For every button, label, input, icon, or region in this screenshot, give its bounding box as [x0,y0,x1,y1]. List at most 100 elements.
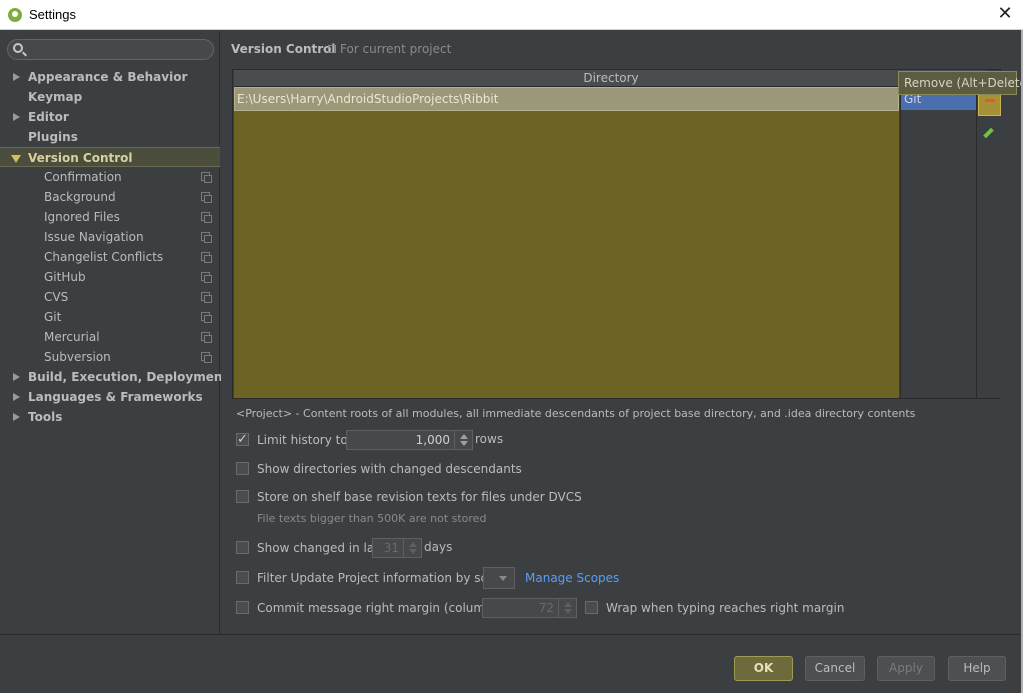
vcs-column: Git [900,87,976,398]
column-header-directory[interactable]: Directory [234,70,988,87]
commit-margin-label: Commit message right margin (columns): [257,601,508,615]
directory-cell[interactable]: E:\Users\Harry\AndroidStudioProjects\Rib… [237,92,498,106]
chevron-down-icon[interactable] [499,576,507,581]
search-input[interactable] [32,41,210,58]
store-shelf-label: Store on shelf base revision texts for f… [257,490,582,504]
sidebar-item-label: Editor [28,110,69,124]
sidebar-item-appearance[interactable]: Appearance & Behavior [0,67,220,87]
mapping-help-text: <Project> - Content roots of all modules… [236,407,916,420]
limit-history-label: Limit history to: [257,433,352,447]
show-dirs-checkbox[interactable] [236,462,249,475]
spin-down-icon[interactable] [409,549,417,554]
sidebar-item-mercurial[interactable]: Mercurial [0,327,220,347]
limit-history-stepper[interactable]: 1,000 [346,430,473,450]
sidebar-item-label: Git [44,310,62,324]
chevron-right-icon[interactable] [13,393,20,401]
spin-up-icon[interactable] [409,542,417,547]
spin-down-icon[interactable] [460,441,468,446]
sidebar-item-changelist-conflicts[interactable]: Changelist Conflicts [0,247,220,267]
chevron-right-icon[interactable] [13,373,20,381]
table-body[interactable]: E:\Users\Harry\AndroidStudioProjects\Rib… [234,87,899,398]
stepper-buttons[interactable] [454,431,472,449]
sidebar-item-subversion[interactable]: Subversion [0,347,220,367]
show-dirs-label: Show directories with changed descendant… [257,462,522,476]
sidebar-item-label: Tools [28,410,63,424]
stepper-buttons[interactable] [403,539,421,557]
spin-down-icon[interactable] [564,609,572,614]
sidebar-item-languages[interactable]: Languages & Frameworks [0,387,220,407]
show-changed-stepper[interactable]: 31 [372,538,422,558]
project-scope-icon [201,192,212,203]
sidebar-item-confirmation[interactable]: Confirmation [0,167,220,187]
sidebar-item-cvs[interactable]: CVS [0,287,220,307]
project-scope-icon [201,232,212,243]
search-icon [13,43,23,53]
spin-up-icon[interactable] [564,602,572,607]
chevron-right-icon[interactable] [13,73,20,81]
project-scope-icon [201,352,212,363]
table-row[interactable]: E:\Users\Harry\AndroidStudioProjects\Rib… [234,87,899,111]
limit-history-checkbox[interactable] [236,430,249,450]
close-icon[interactable]: ✕ [995,4,1015,24]
sidebar-item-label: Build, Execution, Deployment [28,370,229,384]
sidebar-item-ignored-files[interactable]: Ignored Files [0,207,220,227]
project-scope-icon [201,212,212,223]
vcs-mappings-table: Directory E:\Users\Harry\AndroidStudioPr… [232,69,1001,399]
search-box[interactable] [7,39,214,60]
settings-tree: Appearance & Behavior Keymap Editor Plug… [0,67,228,427]
filter-update-label: Filter Update Project information by sco… [257,571,510,585]
sidebar-item-issue-navigation[interactable]: Issue Navigation [0,227,220,247]
wrap-checkbox[interactable] [585,601,598,614]
apply-button[interactable]: Apply [877,656,935,681]
sidebar-item-version-control[interactable]: Version Control [0,147,220,167]
sidebar-item-label: Mercurial [44,330,100,344]
stepper-buttons[interactable] [558,599,576,617]
edit-pencil-icon[interactable] [983,127,994,139]
chevron-right-icon[interactable] [13,413,20,421]
sidebar-item-editor[interactable]: Editor [0,107,220,127]
window-title: Settings [29,7,76,22]
chevron-right-icon[interactable] [13,113,20,121]
divider [0,634,1023,635]
sidebar-item-tools[interactable]: Tools [0,407,220,427]
chevron-down-icon[interactable] [11,155,21,163]
commit-margin-checkbox[interactable] [236,601,249,614]
show-dirs-option: Show directories with changed descendant… [236,459,736,479]
project-scope-icon [328,45,336,53]
sidebar-item-label: Keymap [28,90,83,104]
commit-margin-stepper[interactable]: 72 [482,598,577,618]
title-bar: Settings ✕ [0,0,1023,30]
project-scope-icon [201,172,212,183]
show-changed-checkbox[interactable] [236,541,249,554]
ok-button[interactable]: OK [734,656,793,681]
show-changed-value[interactable]: 31 [384,541,399,555]
sidebar-item-background[interactable]: Background [0,187,220,207]
sidebar-item-plugins[interactable]: Plugins [0,127,220,147]
minus-icon [985,99,995,102]
manage-scopes-link[interactable]: Manage Scopes [525,568,619,588]
sidebar-item-label: CVS [44,290,69,304]
sidebar-item-label: Languages & Frameworks [28,390,203,404]
filter-update-checkbox[interactable] [236,571,249,584]
android-studio-icon [8,8,22,22]
scope-dropdown[interactable] [483,567,515,589]
wrap-label: Wrap when typing reaches right margin [606,601,845,615]
sidebar-item-git[interactable]: Git [0,307,220,327]
limit-history-value[interactable]: 1,000 [416,433,450,447]
settings-sidebar: Appearance & Behavior Keymap Editor Plug… [0,31,228,634]
spin-up-icon[interactable] [460,434,468,439]
wrap-option: Wrap when typing reaches right margin [585,598,885,618]
help-button[interactable]: Help [948,656,1006,681]
settings-content: Version Control For current project Dire… [221,31,1023,634]
sidebar-item-build[interactable]: Build, Execution, Deployment [0,367,228,387]
project-scope-icon [201,312,212,323]
cancel-button[interactable]: Cancel [805,656,865,681]
sidebar-item-label: Ignored Files [44,210,120,224]
commit-margin-value[interactable]: 72 [539,601,554,615]
sidebar-item-label: GitHub [44,270,86,284]
store-shelf-checkbox[interactable] [236,490,249,503]
sidebar-item-keymap[interactable]: Keymap [0,87,220,107]
sidebar-item-label: Plugins [28,130,78,144]
sidebar-item-label: Changelist Conflicts [44,250,164,264]
sidebar-item-github[interactable]: GitHub [0,267,220,287]
